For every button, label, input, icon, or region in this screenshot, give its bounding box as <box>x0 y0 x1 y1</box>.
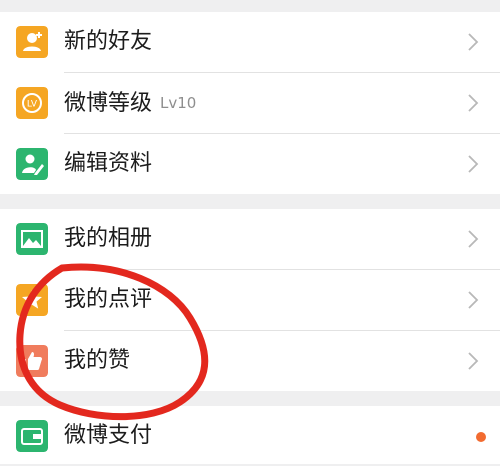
menu-item-label: 微博等级 Lv10 <box>64 91 197 116</box>
edit-profile-icon <box>16 148 48 180</box>
chevron-right-icon <box>468 155 479 173</box>
menu-item-label: 新的好友 <box>64 29 153 54</box>
menu-item-label: 我的相册 <box>64 226 153 251</box>
menu-item-label: 我的点评 <box>64 287 153 312</box>
menu-item-label: 编辑资料 <box>64 151 153 176</box>
thumbs-up-icon <box>16 345 48 377</box>
menu-item-weibo-pay[interactable]: 微博支付 <box>0 406 500 466</box>
menu-item-label: 微博支付 <box>64 423 153 448</box>
menu-group-2: 我的相册 我的点评 我的赞 <box>0 209 500 391</box>
level-value: Lv10 <box>160 94 197 112</box>
menu-group-1: 新的好友 LV 微博等级 Lv10 编辑资料 <box>0 12 500 194</box>
menu-item-label: 我的赞 <box>64 348 131 373</box>
menu-item-weibo-level[interactable]: LV 微博等级 Lv10 <box>0 73 500 133</box>
menu-item-my-reviews[interactable]: 我的点评 <box>0 270 500 330</box>
photo-album-icon <box>16 223 48 255</box>
chevron-right-icon <box>468 33 479 51</box>
chevron-right-icon <box>468 230 479 248</box>
star-review-icon <box>16 284 48 316</box>
chevron-right-icon <box>468 94 479 112</box>
menu-item-my-album[interactable]: 我的相册 <box>0 209 500 269</box>
notification-dot <box>476 432 486 442</box>
menu-item-new-friends[interactable]: 新的好友 <box>0 12 500 72</box>
level-badge-icon: LV <box>16 87 48 119</box>
person-add-icon <box>16 26 48 58</box>
menu-group-3: 微博支付 <box>0 406 500 464</box>
menu-item-my-likes[interactable]: 我的赞 <box>0 331 500 391</box>
menu-item-edit-profile[interactable]: 编辑资料 <box>0 134 500 194</box>
chevron-right-icon <box>468 291 479 309</box>
wallet-icon <box>16 420 48 452</box>
svg-text:LV: LV <box>27 100 38 110</box>
chevron-right-icon <box>468 352 479 370</box>
